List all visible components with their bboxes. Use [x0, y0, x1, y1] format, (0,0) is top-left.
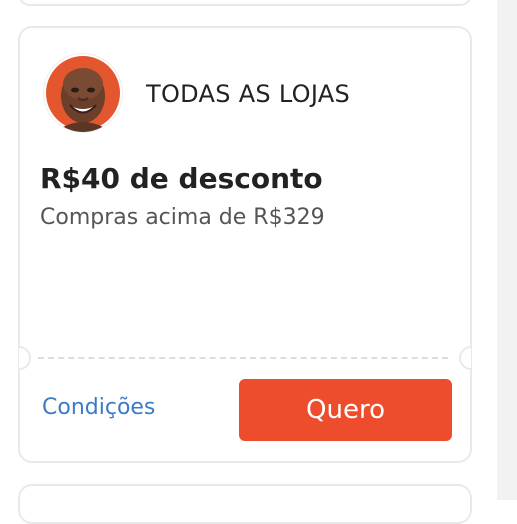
- coupon-card: TODAS AS LOJAS R$40 de desconto Compras …: [18, 26, 472, 463]
- person-avatar-icon: [44, 54, 122, 132]
- discount-title: R$40 de desconto: [40, 162, 323, 195]
- claim-coupon-button[interactable]: Quero: [239, 379, 452, 441]
- store-label: TODAS AS LOJAS: [146, 80, 351, 108]
- right-notch: [459, 346, 471, 370]
- conditions-link[interactable]: Condições: [42, 395, 155, 420]
- dashed-divider: [38, 357, 448, 359]
- next-coupon-card: [18, 484, 472, 524]
- previous-coupon-card: [18, 0, 472, 6]
- coupon-perforation: [19, 346, 471, 370]
- page-side-gutter: [497, 0, 517, 500]
- minimum-purchase-text: Compras acima de R$329: [40, 205, 325, 230]
- left-notch: [19, 346, 31, 370]
